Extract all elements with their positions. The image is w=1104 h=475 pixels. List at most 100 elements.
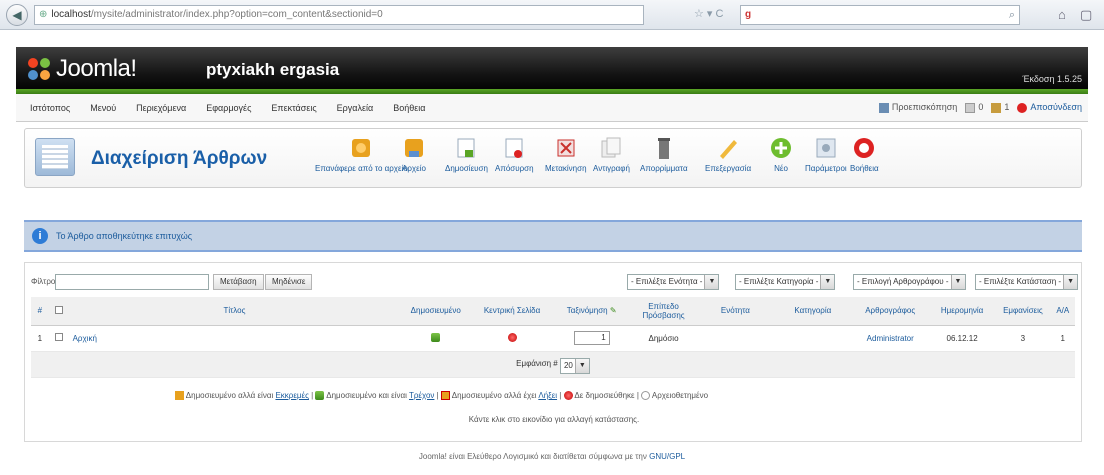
- menu-item-site[interactable]: Ιστότοπος: [16, 103, 80, 113]
- messages-link[interactable]: 0: [965, 102, 983, 113]
- checkall-checkbox[interactable]: [54, 305, 63, 314]
- admin-menu: Ιστότοπος Μενού Περιεχόμενα Εφαρμογές Επ…: [16, 94, 1088, 122]
- chevron-down-icon: ▼: [574, 359, 589, 373]
- col-date[interactable]: Ημερομηνία: [928, 297, 996, 326]
- menu-item-menus[interactable]: Μενού: [80, 103, 126, 113]
- category-select[interactable]: - Επιλέξτε Κατηγορία - ▼: [735, 274, 836, 290]
- unpublish-icon: [505, 138, 523, 158]
- menu-item-help[interactable]: Βοήθεια: [383, 103, 435, 113]
- browser-search-input[interactable]: g ⌕: [740, 5, 1020, 25]
- save-order-icon[interactable]: ✎: [610, 306, 617, 315]
- hits-cell: 3: [995, 325, 1051, 352]
- move-button[interactable]: Μετακίνηση: [545, 135, 587, 173]
- archive-icon: [405, 139, 423, 157]
- section-cell: [696, 325, 775, 352]
- unpublish-button[interactable]: Απόσυρση: [495, 135, 534, 173]
- new-button[interactable]: Νέο: [768, 135, 794, 173]
- row-checkbox[interactable]: [54, 333, 63, 341]
- status-legend: Δημοσιευμένο αλλά είναι Εκκρεμές | Δημοσ…: [175, 391, 1075, 401]
- copy-button[interactable]: Αντιγραφή: [593, 135, 630, 173]
- access-level-link[interactable]: Δημόσιο: [630, 325, 697, 352]
- gpl-link[interactable]: GNU/GPL: [649, 452, 685, 461]
- order-input[interactable]: 1: [573, 331, 610, 345]
- articles-table: # Τίτλος Δημοσιευμένο Κεντρική Σελίδα Τα…: [31, 297, 1075, 378]
- chevron-down-icon: ▼: [950, 275, 965, 289]
- trash-button[interactable]: Απορρίμματα: [640, 135, 688, 173]
- articles-panel: Φίλτρο: Μετάβαση Μηδένισε - Επιλέξτε Ενό…: [24, 262, 1082, 442]
- unarchive-button[interactable]: Επανάφερε από το αρχείο: [315, 135, 408, 173]
- col-section[interactable]: Ενότητα: [696, 297, 775, 326]
- frontpage-toggle[interactable]: [471, 325, 553, 352]
- parameters-icon: [816, 138, 836, 158]
- pagination-row: Εμφάνιση # 20 ▼: [31, 351, 1075, 378]
- not-frontpage-icon: [507, 332, 517, 342]
- state-select[interactable]: - Επιλέξτε Κατάσταση - ▼: [975, 274, 1079, 290]
- date-cell: 06.12.12: [928, 325, 996, 352]
- go-button[interactable]: Μετάβαση: [213, 274, 264, 290]
- col-frontpage[interactable]: Κεντρική Σελίδα: [471, 297, 553, 326]
- publish-button[interactable]: Δημοσίευση: [445, 135, 488, 173]
- col-id[interactable]: Α/Α: [1050, 297, 1075, 326]
- section-select[interactable]: - Επιλέξτε Ενότητα - ▼: [627, 274, 720, 290]
- legend-note: Κάντε κλικ στο εικονίδιο για αλλαγή κατά…: [468, 415, 640, 424]
- menu-status: Προεπισκόπηση 0 1 Αποσύνδεση: [878, 102, 1082, 113]
- publish-icon: [457, 138, 475, 158]
- mail-icon: [965, 102, 976, 113]
- trash-icon: [657, 138, 670, 159]
- search-icon[interactable]: ⌕: [1009, 9, 1015, 22]
- globe-icon: ⊕: [39, 9, 48, 20]
- pencil-icon: [720, 140, 738, 159]
- col-category[interactable]: Κατηγορία: [774, 297, 852, 326]
- col-hits[interactable]: Εμφανίσεις: [995, 297, 1051, 326]
- bookmark-icon[interactable]: ▢: [1080, 7, 1092, 23]
- col-checkall[interactable]: [48, 297, 69, 326]
- logout-link[interactable]: Αποσύνδεση: [1017, 102, 1082, 113]
- archived-icon: [641, 391, 651, 401]
- unpublished-icon: [563, 391, 573, 401]
- pending-icon: [175, 391, 184, 401]
- copy-icon: [601, 137, 621, 158]
- menu-item-content[interactable]: Περιεχόμενα: [126, 103, 196, 113]
- back-arrow-icon: ◀: [12, 7, 22, 22]
- edit-button[interactable]: Επεξεργασία: [705, 135, 751, 173]
- logout-icon: [1017, 102, 1028, 113]
- col-access[interactable]: Επίπεδο Πρόσβασης: [630, 297, 697, 326]
- help-button[interactable]: Βοήθεια: [850, 135, 879, 173]
- plus-icon: [771, 138, 791, 158]
- address-bar[interactable]: ⊕ localhost /mysite/administrator/index.…: [34, 4, 644, 25]
- chevron-down-icon: ▼: [820, 275, 835, 289]
- published-toggle[interactable]: [400, 325, 472, 352]
- article-title-link[interactable]: Αρχική: [68, 325, 401, 352]
- home-icon[interactable]: ⌂: [1058, 7, 1066, 22]
- system-message: i Το Άρθρο αποθηκεύτηκε επιτυχώς: [24, 220, 1082, 252]
- filter-input[interactable]: [55, 274, 209, 290]
- col-published[interactable]: Δημοσιευμένο: [400, 297, 472, 326]
- joomla-logo-text: Joomla!: [56, 55, 137, 82]
- reload-icon[interactable]: ☆ ▾ C: [694, 7, 723, 20]
- users-link[interactable]: 1: [991, 102, 1009, 113]
- google-icon: g: [745, 9, 752, 20]
- back-button[interactable]: ◀: [6, 3, 28, 26]
- archive-button[interactable]: Αρχείο: [401, 135, 427, 173]
- author-select[interactable]: - Επιλογή Αρθρογράφου - ▼: [853, 274, 966, 290]
- order-cell: 1: [552, 325, 631, 352]
- col-title[interactable]: Τίτλος: [68, 297, 401, 326]
- id-cell: 1: [1050, 325, 1075, 352]
- message-text: Το Άρθρο αποθηκεύτηκε επιτυχώς: [56, 231, 193, 241]
- filter-bar: Φίλτρο: Μετάβαση Μηδένισε - Επιλέξτε Ενό…: [31, 273, 1079, 293]
- col-order[interactable]: Ταξινόμηση ✎: [552, 297, 631, 326]
- menu-item-extensions[interactable]: Επεκτάσεις: [261, 103, 326, 113]
- move-icon: [557, 139, 575, 157]
- display-limit: Εμφάνιση # 20 ▼: [31, 351, 1075, 378]
- preview-link[interactable]: Προεπισκόπηση: [878, 102, 957, 113]
- menu-item-components[interactable]: Εφαρμογές: [196, 103, 261, 113]
- joomla-logo-icon: [28, 58, 50, 80]
- reset-button[interactable]: Μηδένισε: [265, 274, 313, 290]
- menu-item-tools[interactable]: Εργαλεία: [327, 103, 384, 113]
- parameters-button[interactable]: Παράμετροι: [805, 135, 847, 173]
- published-icon: [431, 332, 441, 342]
- limit-select[interactable]: 20 ▼: [559, 358, 590, 374]
- article-manager-icon: [35, 138, 75, 176]
- col-author[interactable]: Αρθρογράφος: [851, 297, 929, 326]
- author-link[interactable]: Administrator: [851, 325, 929, 352]
